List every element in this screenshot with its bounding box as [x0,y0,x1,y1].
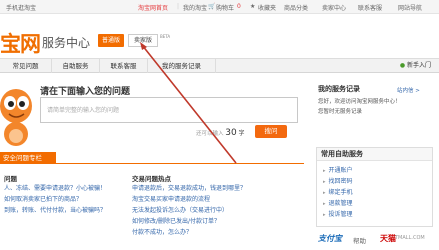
no-records-text: 您暂时无服务记录 [318,109,363,115]
cart-count: 0 [237,3,241,10]
mascot-icon [0,89,32,146]
self-service-item[interactable]: 开通账户 [323,165,353,176]
inbox-link[interactable]: 站内信 > [397,86,420,94]
top-bar: 手机逛淘宝 淘宝网首页 | 我的淘宝 🛒 购物车 0 ★ 收藏夹 商品分类 卖家… [0,0,439,14]
nav-self-service[interactable]: 自助服务 [52,59,100,73]
beta-badge: BETA [160,34,171,39]
nav-service-records[interactable]: 我的服务记录 [148,59,216,73]
main-nav: 常见问题 自助服务 联系客服 我的服务记录 ● 新手入门 [0,58,439,73]
tmall-domain: TMALL.COM [395,235,425,241]
question-title: 请在下面输入您的问题 [40,87,131,97]
seller-version-button[interactable]: 卖家版 [128,34,158,47]
newbie-icon: ● [399,62,406,69]
column-title: 问题 [4,175,17,183]
question-link[interactable]: 人、冻结、需要申请退款？小心被骗！ [4,183,106,194]
home-link[interactable]: 淘宝网首页 [138,3,168,12]
my-taobao-link[interactable]: 我的淘宝 [183,3,207,12]
self-service-item[interactable]: 投诉管理 [323,209,353,220]
nav-contact[interactable]: 联系客服 [100,59,148,73]
mobile-link[interactable]: 手机逛淘宝 [6,3,36,12]
self-service-item[interactable]: 退款管理 [323,198,353,209]
question-list: 申请退款后，交易退款成功，钱退到哪里？ 淘宝交易买家申请退款的流程 无法发起投诉… [132,183,246,238]
service-center-title: 服务中心 [42,36,91,50]
self-service-item[interactable]: 找回密码 [323,176,353,187]
question-link[interactable]: 无法发起投诉怎么办（交易进行中） [132,205,246,216]
question-link[interactable]: 付款不成功，怎么办？ [132,227,246,238]
question-placeholder: 请简单完整的输入您的问题 [47,107,120,114]
help-label: 帮助 [353,237,366,245]
seller-center-link[interactable]: 卖家中心 [322,3,346,12]
nav-faq[interactable]: 常见问题 [0,59,52,73]
customer-service-link[interactable]: 联系客服 [358,3,382,12]
welcome-text: 您好，欢迎访问淘宝网服务中心！ [318,99,401,105]
star-icon: ★ [250,3,256,10]
categories-link[interactable]: 商品分类 [284,3,308,12]
column-title: 交易问题热点 [132,175,171,183]
question-link[interactable]: 淘宝交易买家申请退款的流程 [132,194,246,205]
question-link[interactable]: 到账，转账、代付付款，当心被骗吗？ [4,205,106,216]
question-input[interactable]: 请简单完整的输入您的问题 [40,97,298,123]
divider: | [177,3,180,10]
self-service-panel: 常用自助服务 开通账户 找回密码 绑定手机 退款管理 投诉管理 [316,147,433,227]
question-list: 人、冻结、需要申请退款？小心被骗！ 如何取消卖家已拍下的商品？ 到账，转账、代付… [4,183,106,216]
new-guide-link[interactable]: ● 新手入门 [400,59,431,73]
favorites-link[interactable]: 收藏夹 [258,3,276,12]
normal-version-button[interactable]: 普通版 [98,34,124,47]
cart-icon[interactable]: 🛒 [208,3,215,10]
question-link[interactable]: 申请退款后，交易退款成功，钱退到哪里？ [132,183,246,194]
char-count: 还可以输入 30 字 [196,128,244,138]
divider [0,163,304,164]
new-guide-label: 新手入门 [406,62,431,69]
question-link[interactable]: 如何修改/删除已发出/付款订单？ [132,216,246,227]
self-service-list: 开通账户 找回密码 绑定手机 退款管理 投诉管理 [323,165,353,220]
tmall-logo: 天猫 [380,234,396,243]
self-service-item[interactable]: 绑定手机 [323,187,353,198]
cart-link[interactable]: 购物车 [216,3,234,12]
char-count-prefix: 还可以输入 [196,131,224,137]
char-count-value: 30 [225,128,237,138]
self-service-title: 常用自助服务 [317,148,432,161]
service-records-title: 我的服务记录 [318,85,360,93]
site-nav-link[interactable]: 网站导航 [398,3,422,12]
taobao-logo[interactable]: 宝网 [0,28,41,58]
question-link[interactable]: 如何取消卖家已拍下的商品？ [4,194,106,205]
alipay-logo: 支付宝 [318,234,342,243]
search-submit-button[interactable]: 搜问 [255,125,287,138]
char-count-unit: 字 [238,130,245,137]
